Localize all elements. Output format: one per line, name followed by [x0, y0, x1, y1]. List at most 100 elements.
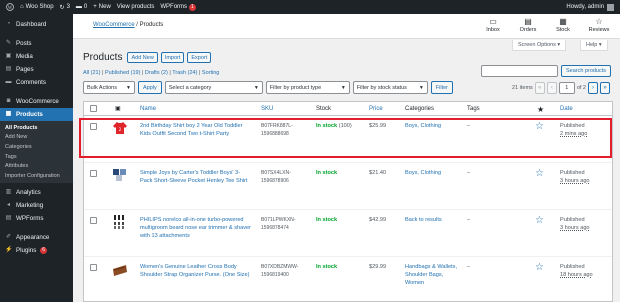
row-checkbox[interactable]: [90, 123, 97, 130]
product-date: Published 3 hours ago: [560, 217, 610, 233]
sidebar-item-pages[interactable]: ▤ Pages: [0, 63, 73, 76]
pagination: 21 items « ‹ 1 of 2 › »: [512, 81, 610, 94]
row-checkbox[interactable]: [90, 217, 97, 224]
product-thumbnail-trimmer-kit[interactable]: [112, 214, 128, 230]
view-drafts-link[interactable]: Drafts (2): [145, 70, 168, 76]
view-trash-link[interactable]: Trash (24): [172, 70, 197, 76]
site-name-link[interactable]: ⌂ Woo Shop: [20, 4, 54, 10]
updates-count: 3: [66, 4, 70, 10]
product-tags: –: [467, 170, 471, 176]
search-input[interactable]: [481, 65, 558, 77]
submenu-add-new[interactable]: Add New: [0, 133, 73, 143]
view-trash-label: Trash: [172, 70, 187, 76]
product-categories[interactable]: Boys, Clothing: [405, 170, 461, 178]
table-row: PHILIPS norelco all-in-one turbo-powered…: [84, 210, 612, 257]
bulk-actions-select[interactable]: Bulk Actions ▼: [83, 81, 135, 94]
inbox-button[interactable]: ▭ Inbox: [481, 17, 505, 33]
stock-status: In stock: [316, 264, 338, 270]
submenu-importer-configuration[interactable]: Importer Configuration: [0, 171, 73, 181]
product-type-select[interactable]: Filter by product type ▼: [265, 81, 350, 94]
product-stock: In stock: [316, 264, 366, 272]
stock-status: In stock: [316, 217, 338, 223]
apply-button[interactable]: Apply: [138, 81, 162, 94]
sidebar-item-posts[interactable]: ✎ Posts: [0, 37, 73, 50]
sidebar-item-marketing[interactable]: ◂ Marketing: [0, 199, 73, 212]
product-categories[interactable]: Back to results: [405, 217, 461, 225]
next-page-button[interactable]: ›: [588, 81, 598, 94]
column-name[interactable]: Name: [140, 106, 156, 112]
sidebar-item-woocommerce[interactable]: ◙ WooCommerce: [0, 95, 73, 108]
comments-link[interactable]: ▬ 0: [76, 4, 87, 10]
export-button[interactable]: Export: [187, 52, 212, 63]
sidebar-item-products[interactable]: ▦ Products: [0, 108, 73, 121]
product-thumbnail-shirts-pack[interactable]: [112, 167, 128, 183]
featured-star-icon[interactable]: ☆: [535, 169, 544, 179]
column-sku[interactable]: SKU: [261, 106, 273, 112]
sidebar-item-media[interactable]: ▣ Media: [0, 50, 73, 63]
submenu-attributes[interactable]: Attributes: [0, 161, 73, 171]
product-tags: –: [467, 123, 471, 129]
media-icon: ▣: [5, 53, 12, 59]
sidebar-item-plugins[interactable]: ⚡ Plugins 6: [0, 244, 73, 257]
sidebar-item-comments[interactable]: ▬ Comments: [0, 76, 73, 89]
import-button[interactable]: Import: [160, 52, 185, 63]
updates-icon: ↻: [59, 4, 65, 11]
featured-star-icon[interactable]: ☆: [535, 122, 544, 132]
view-all-link[interactable]: All (21): [83, 70, 100, 76]
sidebar-item-analytics[interactable]: ▥ Analytics: [0, 186, 73, 199]
wpforms-link[interactable]: WPForms 1: [160, 3, 196, 11]
search-products-button[interactable]: Search products: [561, 65, 611, 77]
date-ago: 2 mins ago: [560, 130, 588, 137]
updates-link[interactable]: ↻ 3: [60, 4, 70, 11]
filter-button[interactable]: Filter: [430, 81, 453, 94]
view-published-link[interactable]: Published (19): [105, 70, 140, 76]
sidebar-item-dashboard[interactable]: ◔ Dashboard: [0, 18, 73, 31]
product-categories[interactable]: Boys, Clothing: [405, 123, 461, 131]
product-price: $25.99: [369, 123, 387, 129]
product-categories[interactable]: Handbags & Wallets, Shoulder Bags, Women: [405, 264, 461, 287]
sidebar-item-label: Analytics: [16, 188, 41, 196]
submenu-tags[interactable]: Tags: [0, 152, 73, 162]
product-tags: –: [467, 217, 471, 223]
view-products-link[interactable]: View products: [117, 4, 155, 10]
stock-button[interactable]: ▦ Stock: [551, 17, 575, 33]
featured-column-star-icon[interactable]: ★: [537, 105, 544, 114]
view-all-label: All: [83, 70, 90, 76]
product-price: $29.99: [369, 264, 387, 270]
new-content-link[interactable]: + New: [93, 4, 111, 10]
select-all-checkbox[interactable]: [90, 105, 97, 112]
submenu-all-products[interactable]: All Products: [0, 123, 73, 133]
sidebar-item-wpforms[interactable]: ▤ WPForms: [0, 212, 73, 225]
wordpress-logo-icon[interactable]: W: [6, 3, 14, 11]
column-categories: Categories: [405, 106, 435, 112]
last-page-button[interactable]: »: [600, 81, 610, 94]
product-name-link[interactable]: Simple Joys by Carter's Toddler Boys' 3-…: [140, 170, 252, 186]
add-new-button[interactable]: Add New: [127, 52, 158, 63]
reviews-button[interactable]: ☆ Reviews: [587, 17, 611, 33]
breadcrumb-woocommerce-link[interactable]: WooCommerce: [93, 22, 135, 28]
product-name-link[interactable]: 2nd Birthday Shirt boy 2 Year Old Toddle…: [140, 123, 252, 139]
featured-star-icon[interactable]: ☆: [535, 263, 544, 273]
row-checkbox[interactable]: [90, 264, 97, 271]
view-sorting-link[interactable]: Sorting: [202, 70, 219, 76]
svg-text:2: 2: [119, 127, 122, 132]
product-thumbnail-red-shirt[interactable]: 2: [112, 120, 128, 136]
product-thumbnail-leather-bag[interactable]: [112, 261, 128, 277]
current-page-input[interactable]: 1: [558, 81, 575, 94]
submenu-categories[interactable]: Categories: [0, 142, 73, 152]
brush-icon: ✐: [5, 233, 12, 240]
featured-star-icon[interactable]: ☆: [535, 216, 544, 226]
chevron-down-icon: ▼: [340, 84, 346, 91]
stock-status-select[interactable]: Filter by stock status ▼: [352, 81, 428, 94]
product-name-link[interactable]: PHILIPS norelco all-in-one turbo-powered…: [140, 217, 252, 240]
product-date: Published 18 hours ago: [560, 264, 610, 280]
row-checkbox[interactable]: [90, 170, 97, 177]
my-account-link[interactable]: Howdy, admin: [566, 0, 614, 14]
sidebar-item-appearance[interactable]: ✐ Appearance: [0, 231, 73, 244]
column-price[interactable]: Price: [369, 106, 383, 112]
date-status: Published: [560, 264, 585, 270]
product-name-link[interactable]: Women's Genuine Leather Cross Body Shoul…: [140, 264, 252, 280]
orders-button[interactable]: ▤ Orders: [516, 17, 540, 33]
category-select[interactable]: Select a category ▼: [164, 81, 263, 94]
column-date[interactable]: Date: [560, 106, 573, 112]
